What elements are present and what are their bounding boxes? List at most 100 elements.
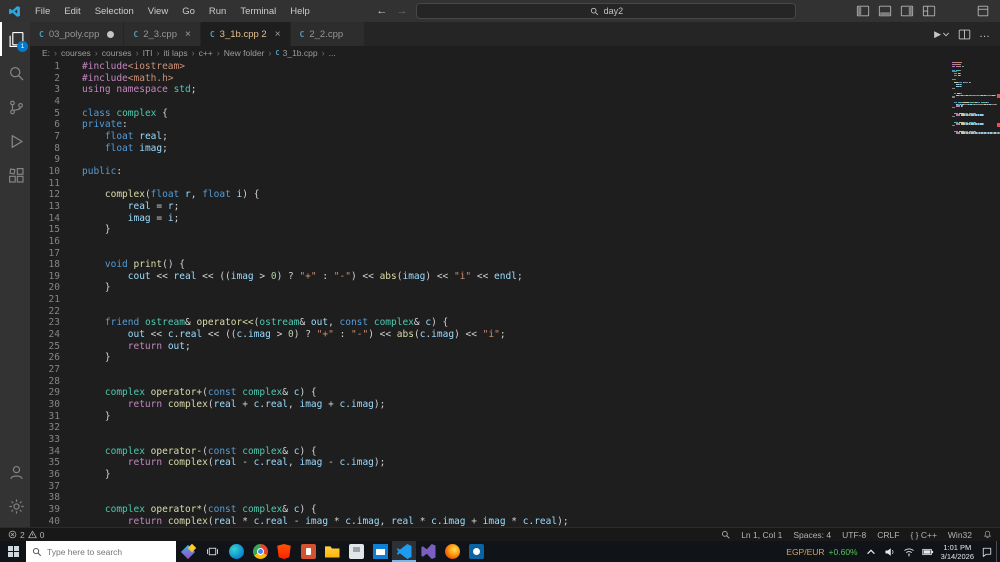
code-line-37[interactable] (82, 481, 950, 493)
split-editor-icon[interactable] (958, 28, 971, 41)
encoding[interactable]: UTF-8 (842, 530, 866, 540)
cursor-position[interactable]: Ln 1, Col 1 (741, 530, 782, 540)
code-area[interactable]: #include<iostream> #include<math.h> using … (72, 60, 950, 527)
code-line-28[interactable] (82, 376, 950, 388)
code-line-29[interactable]: complex operator+(const complex& c) { (82, 387, 950, 399)
chrome-taskbar-button[interactable] (248, 541, 272, 562)
code-line-23[interactable]: friend ostream& operator<<(ostream& out,… (82, 317, 950, 329)
code-line-8[interactable]: float imag; (82, 143, 950, 155)
code-line-33[interactable] (82, 434, 950, 446)
code-line-17[interactable] (82, 248, 950, 260)
run-button[interactable]: ▶ (934, 29, 950, 40)
close-icon[interactable]: × (185, 29, 191, 40)
activitybar-search[interactable] (0, 56, 30, 90)
indentation[interactable]: Spaces: 4 (793, 530, 831, 540)
activitybar-extensions[interactable] (0, 158, 30, 192)
code-line-40[interactable]: return complex(real * c.real - imag * c.… (82, 516, 950, 527)
code-line-22[interactable] (82, 306, 950, 318)
modified-dot-icon[interactable] (107, 30, 115, 38)
notifications-bell-icon[interactable] (983, 530, 992, 539)
news-interests-button[interactable] (176, 541, 200, 562)
vscode-taskbar-button[interactable] (392, 541, 416, 562)
code-line-14[interactable]: imag = i; (82, 213, 950, 225)
code-line-32[interactable] (82, 422, 950, 434)
calculator-taskbar-button[interactable] (344, 541, 368, 562)
firefox-taskbar-button[interactable] (440, 541, 464, 562)
edge-taskbar-button[interactable] (224, 541, 248, 562)
activitybar-accounts[interactable] (0, 455, 30, 489)
activitybar-source-control[interactable] (0, 90, 30, 124)
menu-file[interactable]: File (28, 0, 57, 22)
more-actions-icon[interactable]: … (979, 28, 991, 40)
code-line-36[interactable]: } (82, 469, 950, 481)
breadcrumb-item[interactable]: c++ (199, 48, 213, 58)
breadcrumb-item[interactable]: courses (61, 48, 91, 58)
visual-studio-taskbar-button[interactable] (416, 541, 440, 562)
code-line-20[interactable]: } (82, 282, 950, 294)
toggle-sidebar-icon[interactable] (856, 4, 870, 18)
code-line-24[interactable]: out << c.real << ((c.imag > 0) ? "+" : "… (82, 329, 950, 341)
outlook-taskbar-button[interactable] (464, 541, 488, 562)
tab-2-3-cpp[interactable]: C 2_3.cpp × (124, 22, 201, 46)
tab-2-2-cpp[interactable]: C 2_2.cpp (290, 22, 366, 46)
menu-terminal[interactable]: Terminal (233, 0, 283, 22)
menu-edit[interactable]: Edit (57, 0, 87, 22)
code-line-18[interactable]: void print() { (82, 259, 950, 271)
code-line-9[interactable] (82, 154, 950, 166)
code-line-4[interactable] (82, 96, 950, 108)
code-line-13[interactable]: real = r; (82, 201, 950, 213)
code-line-3[interactable]: using namespace std; (82, 84, 950, 96)
menu-selection[interactable]: Selection (88, 0, 141, 22)
code-line-6[interactable]: private: (82, 119, 950, 131)
code-line-35[interactable]: return complex(real - c.real, imag - c.i… (82, 457, 950, 469)
battery-icon[interactable] (921, 546, 934, 558)
breadcrumb-item[interactable]: New folder (224, 48, 265, 58)
zoom-icon[interactable] (721, 530, 730, 539)
action-center-icon[interactable] (981, 546, 993, 558)
customize-layout-icon[interactable] (922, 4, 936, 18)
code-line-5[interactable]: class complex { (82, 108, 950, 120)
code-line-31[interactable]: } (82, 411, 950, 423)
file-explorer-taskbar-button[interactable] (320, 541, 344, 562)
code-line-26[interactable]: } (82, 352, 950, 364)
taskbar-clock[interactable]: 1:01 PM 3/14/2026 (941, 543, 974, 561)
code-line-10[interactable]: public: (82, 166, 950, 178)
code-line-11[interactable] (82, 178, 950, 190)
code-line-19[interactable]: cout << real << ((imag > 0) ? "+" : "-")… (82, 271, 950, 283)
brave-taskbar-button[interactable] (272, 541, 296, 562)
code-line-2[interactable]: #include<math.h> (82, 73, 950, 85)
nav-back-icon[interactable]: ← (376, 5, 387, 17)
breadcrumb-item[interactable]: C 3_1b.cpp (275, 48, 317, 58)
menu-view[interactable]: View (141, 0, 175, 22)
nav-forward-icon[interactable]: → (396, 5, 407, 17)
code-line-30[interactable]: return complex(real + c.real, imag + c.i… (82, 399, 950, 411)
code-line-34[interactable]: complex operator-(const complex& c) { (82, 446, 950, 458)
code-line-25[interactable]: return out; (82, 341, 950, 353)
start-button[interactable] (0, 541, 26, 562)
breadcrumb-item[interactable]: ITI (143, 48, 153, 58)
breadcrumb-item[interactable]: courses (102, 48, 132, 58)
activitybar-settings[interactable] (0, 489, 30, 523)
code-line-38[interactable] (82, 492, 950, 504)
problems-indicator[interactable]: 2 0 (8, 530, 44, 540)
menu-go[interactable]: Go (175, 0, 202, 22)
code-line-15[interactable]: } (82, 224, 950, 236)
network-wifi-icon[interactable] (903, 546, 915, 558)
task-view-button[interactable] (200, 541, 224, 562)
code-line-12[interactable]: complex(float r, float i) { (82, 189, 950, 201)
minimap[interactable] (950, 60, 1000, 527)
window-layout-icon[interactable] (976, 4, 990, 18)
activitybar-explorer[interactable]: 1 (0, 22, 30, 56)
menu-run[interactable]: Run (202, 0, 233, 22)
breadcrumb-item[interactable]: E: (42, 48, 50, 58)
code-line-16[interactable] (82, 236, 950, 248)
code-line-1[interactable]: #include<iostream> (82, 61, 950, 73)
code-line-7[interactable]: float real; (82, 131, 950, 143)
code-line-21[interactable] (82, 294, 950, 306)
show-desktop-button[interactable] (996, 541, 1000, 562)
stock-ticker[interactable]: EGP/EUR +0.60% (786, 547, 857, 557)
breadcrumb-item[interactable]: iti laps (163, 48, 187, 58)
taskbar-search-input[interactable] (47, 546, 170, 557)
eol-sequence[interactable]: CRLF (877, 530, 899, 540)
breadcrumb-item[interactable]: ... (329, 48, 336, 58)
